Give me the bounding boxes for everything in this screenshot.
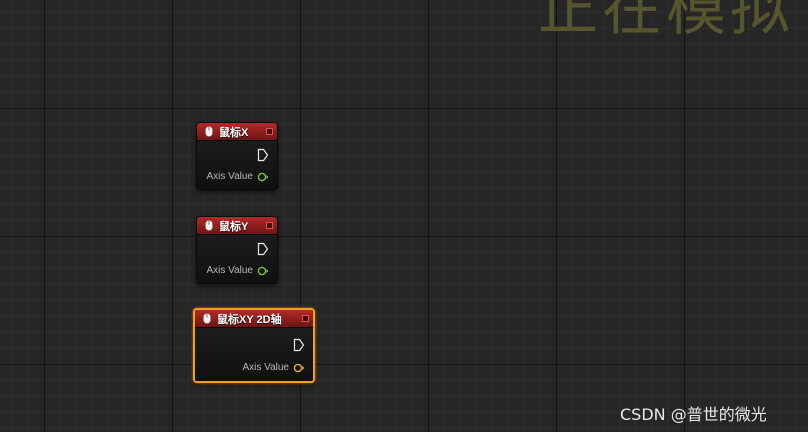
delegate-pin-icon[interactable] bbox=[266, 222, 273, 229]
mouse-icon bbox=[205, 126, 213, 137]
mouse-icon bbox=[203, 313, 211, 324]
axis-value-pin-icon[interactable] bbox=[257, 172, 269, 182]
exec-output-pin-icon[interactable] bbox=[257, 148, 269, 162]
delegate-pin-icon[interactable] bbox=[302, 315, 309, 322]
input-axis-node-mouse-x[interactable]: 鼠标X Axis Value bbox=[196, 122, 278, 190]
csdn-watermark: CSDN @普世的微光 bbox=[620, 405, 767, 424]
axis-value-label: Axis Value bbox=[206, 171, 253, 182]
axis-value-label: Axis Value bbox=[206, 265, 253, 276]
axis-value-label: Axis Value bbox=[242, 362, 289, 373]
input-axis-node-mouse-y[interactable]: 鼠标Y Axis Value bbox=[196, 216, 278, 284]
mouse-icon bbox=[205, 220, 213, 231]
node-header[interactable]: 鼠标Y bbox=[197, 217, 277, 235]
axis-value-pin-icon[interactable] bbox=[257, 266, 269, 276]
node-header[interactable]: 鼠标X bbox=[197, 123, 277, 141]
node-header[interactable]: 鼠标XY 2D轴 bbox=[195, 310, 313, 328]
axis-value-pin-icon[interactable] bbox=[293, 363, 305, 373]
node-title: 鼠标Y bbox=[219, 220, 249, 233]
delegate-pin-icon[interactable] bbox=[266, 128, 273, 135]
comment-box-title: 正在模拟 bbox=[538, 0, 794, 44]
node-title: 鼠标X bbox=[219, 126, 249, 139]
exec-output-pin-icon[interactable] bbox=[257, 242, 269, 256]
input-axis-node-mouse-xy-2d[interactable]: 鼠标XY 2D轴 Axis Value bbox=[193, 308, 315, 383]
exec-output-pin-icon[interactable] bbox=[293, 338, 305, 352]
node-title: 鼠标XY 2D轴 bbox=[217, 313, 282, 326]
